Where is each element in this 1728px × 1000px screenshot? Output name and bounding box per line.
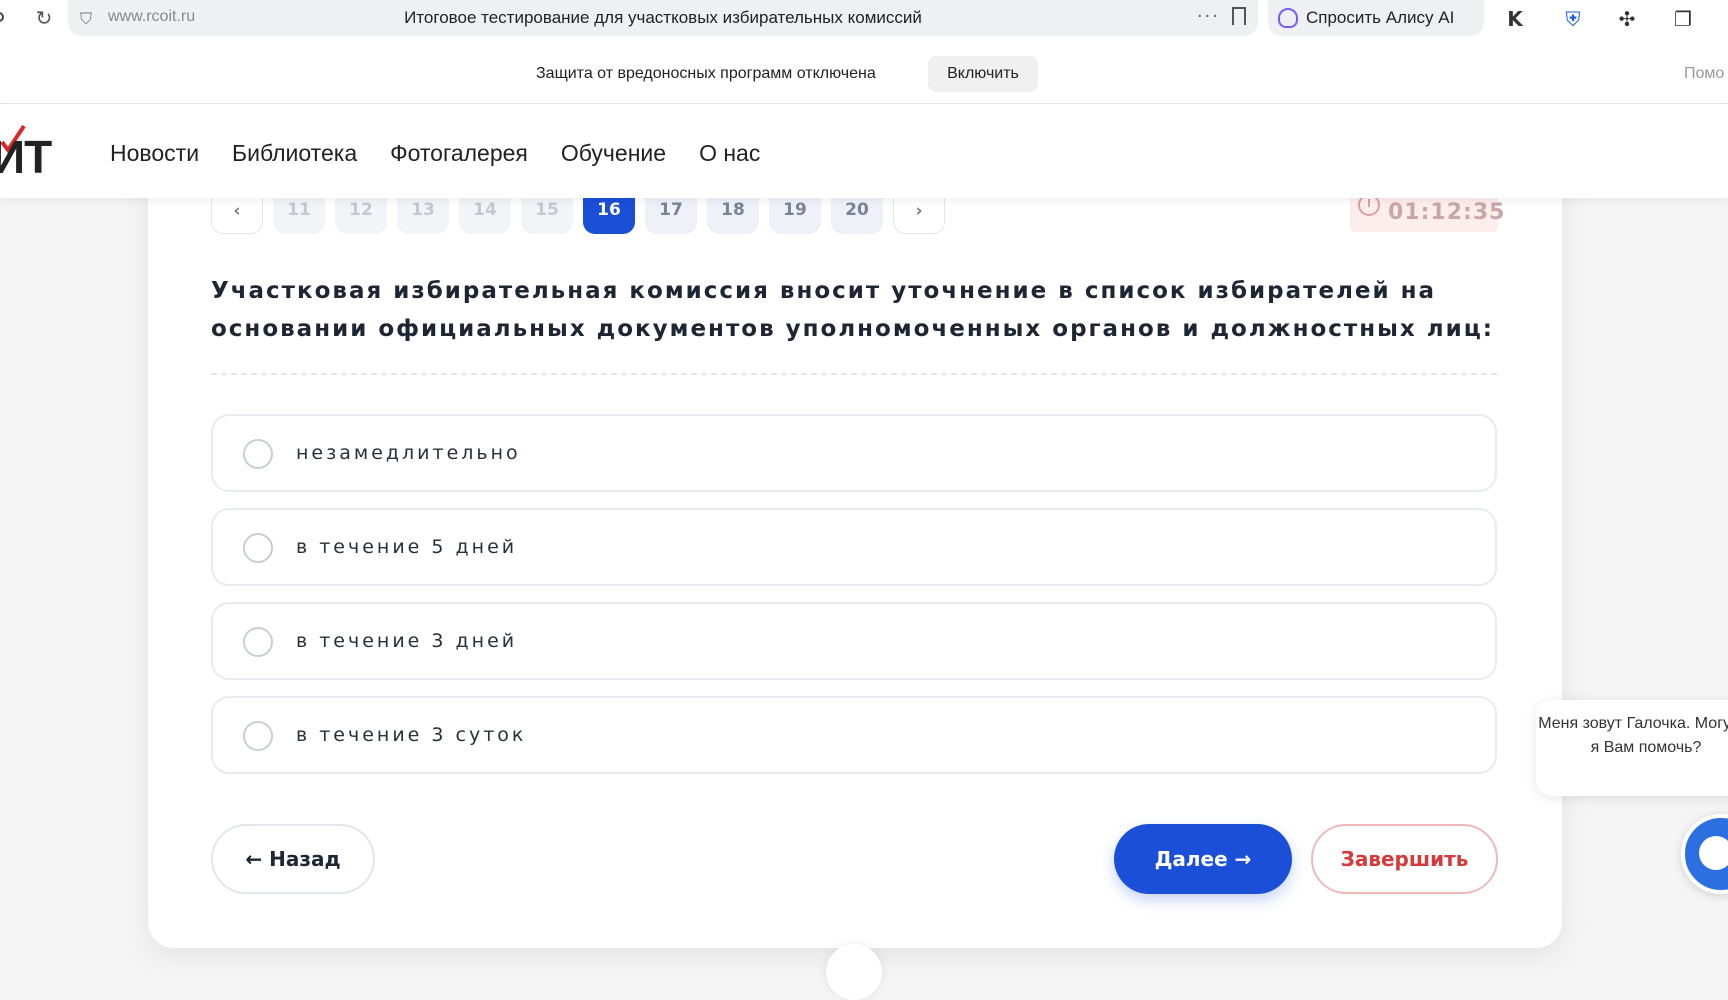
extension-k-icon[interactable]: K xyxy=(1502,6,1528,32)
answer-label: в течение 5 дней xyxy=(296,536,518,558)
protection-banner: Защита от вредоносных программ отключена… xyxy=(0,36,1728,104)
protect-shield-icon[interactable]: ⛨ xyxy=(1560,6,1586,32)
nav-news[interactable]: Новости xyxy=(110,140,199,167)
answer-option[interactable]: в течение 5 дней xyxy=(211,508,1497,586)
back-button[interactable]: ← Назад xyxy=(211,824,375,894)
browser-toolbar: ↻ ⛉ www.rcoit.ru Итоговое тестирование д… xyxy=(0,0,1728,36)
enable-protection-button[interactable]: Включить xyxy=(928,56,1038,92)
nav-gallery[interactable]: Фотогалерея xyxy=(390,140,528,167)
answer-label: в течение 3 дней xyxy=(296,630,518,652)
site-logo[interactable]: ИТ xyxy=(0,130,52,184)
address-bar[interactable]: ⛉ www.rcoit.ru Итоговое тестирование для… xyxy=(68,0,1258,36)
collections-icon[interactable]: ❐ xyxy=(1670,6,1696,32)
nav-library[interactable]: Библиотека xyxy=(232,140,357,167)
next-button[interactable]: Далее → xyxy=(1114,824,1292,894)
radio-button[interactable] xyxy=(243,439,273,469)
radio-button[interactable] xyxy=(243,627,273,657)
answer-option[interactable]: в течение 3 суток xyxy=(211,696,1497,774)
back-icon[interactable] xyxy=(0,12,4,22)
site-header: ИТ Новости Библиотека Фотогалерея Обучен… xyxy=(0,104,1728,198)
answer-label: незамедлительно xyxy=(296,442,521,464)
nav-training[interactable]: Обучение xyxy=(561,140,666,167)
radio-button[interactable] xyxy=(243,533,273,563)
finish-button[interactable]: Завершить xyxy=(1311,824,1498,894)
radio-button[interactable] xyxy=(243,721,273,751)
question-text: Участковая избирательная комиссия вносит… xyxy=(211,278,1494,342)
nav-about[interactable]: О нас xyxy=(699,140,760,167)
bookmark-icon[interactable] xyxy=(1232,7,1246,25)
alice-label: Спросить Алису AI xyxy=(1306,8,1455,27)
chat-greeting[interactable]: Меня зовут Галочка. Могу ли я Вам помочь… xyxy=(1536,700,1728,796)
chat-assistant-avatar[interactable] xyxy=(1681,814,1728,894)
assistant-face-icon xyxy=(1699,836,1728,870)
answer-option[interactable]: в течение 3 дней xyxy=(211,602,1497,680)
question-divider xyxy=(211,373,1497,375)
more-icon[interactable]: ··· xyxy=(1197,6,1220,27)
timer-value: 01:12:35 xyxy=(1388,200,1506,225)
reload-icon[interactable]: ↻ xyxy=(32,6,56,30)
answer-option[interactable]: незамедлительно xyxy=(211,414,1497,492)
protection-message: Защита от вредоносных программ отключена xyxy=(536,65,876,82)
alice-icon xyxy=(1278,8,1298,28)
extensions-icon[interactable]: ✣ xyxy=(1614,6,1640,32)
answer-label: в течение 3 суток xyxy=(296,724,527,746)
main-nav: Новости Библиотека Фотогалерея Обучение … xyxy=(110,140,760,167)
scroll-top-button[interactable] xyxy=(826,944,882,1000)
help-link[interactable]: Помо xyxy=(1684,65,1724,83)
tab-title: Итоговое тестирование для участковых изб… xyxy=(404,8,922,27)
alice-button[interactable]: Спросить Алису AI xyxy=(1268,0,1484,36)
